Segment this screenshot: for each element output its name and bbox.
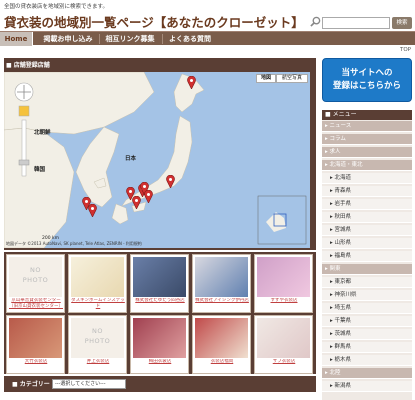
menu-item[interactable]: ▸ 岩手県 <box>322 199 412 210</box>
shop-link[interactable]: 井上衣装店 <box>70 359 126 371</box>
menu-item[interactable]: ▸ 東京都 <box>322 277 412 288</box>
menu-category[interactable]: ▸ ニュース <box>322 121 412 132</box>
register-line2: 登録はこちらから <box>332 81 401 91</box>
shop-photo <box>71 257 124 297</box>
category-bar: ■ カテゴリー ---選択してください--- <box>4 376 316 392</box>
nav-faq[interactable]: よくある質問 <box>164 32 216 46</box>
shop-photo <box>195 318 248 358</box>
shop-link[interactable]: 梅田衣裳店 <box>132 359 188 371</box>
menu-category[interactable]: ▸ 北陸 <box>322 368 412 379</box>
map-marker-icon[interactable] <box>166 175 175 188</box>
menu-title: ■ メニュー <box>322 110 412 120</box>
shop-photo <box>133 318 186 358</box>
shop-thumbnail[interactable]: ダスキンホームインステッド <box>68 254 127 313</box>
shop-link[interactable]: 株式会社アイシンク伊丹店 <box>194 298 250 310</box>
shop-thumbnail[interactable]: NO PHOTO 京山華音貸衣装センター（旧京山貸衣装センター） <box>6 254 65 313</box>
shop-thumbnail[interactable]: 株式会社アイシンク伊丹店 <box>192 254 251 313</box>
map-marker-icon[interactable] <box>187 76 196 89</box>
shop-thumbnail[interactable]: 株式会社たゆたう四谷店 <box>130 254 189 313</box>
top-link[interactable]: TOP <box>400 47 411 53</box>
menu-item[interactable]: ▸ 千葉県 <box>322 316 412 327</box>
menu-item[interactable]: ▸ 北海道 <box>322 173 412 184</box>
map-type-map-button[interactable]: 地図 <box>256 74 276 83</box>
nav-divider <box>162 34 163 44</box>
register-button[interactable]: 当サイトへの 登録はこちらから <box>322 58 412 102</box>
shop-link[interactable]: 京山華音貸衣装センター（旧京山貸衣装センター） <box>8 298 64 310</box>
shop-link[interactable]: 衣装店福岡 <box>194 359 250 371</box>
search-icon <box>310 16 321 27</box>
shop-photo <box>9 318 62 358</box>
shop-thumbnails: NO PHOTO 京山華音貸衣装センター（旧京山貸衣装センター） ダスキンホームインス… <box>4 252 316 374</box>
navbar: Home 掲載お申し込み 相互リンク募集 よくある質問 <box>0 31 415 46</box>
menu-category[interactable]: ▸ 関東 <box>322 264 412 275</box>
menu-item[interactable]: ▸ 栃木県 <box>322 355 412 366</box>
shop-link[interactable]: 株式会社たゆたう四谷店 <box>132 298 188 310</box>
no-photo-placeholder: NO PHOTO <box>71 318 124 358</box>
map-marker-icon[interactable] <box>144 190 153 203</box>
no-photo-placeholder: NO PHOTO <box>9 257 62 297</box>
menu-title-text: メニュー <box>332 111 357 118</box>
menu-item[interactable]: ▸ 群馬県 <box>322 342 412 353</box>
menu-item[interactable]: ▸ 山形県 <box>322 238 412 249</box>
map-footer: 地図データ ©2013 AutoNavi, SK planet, Tele At… <box>6 241 142 246</box>
shop-photo <box>257 318 310 358</box>
menu-item[interactable]: ▸ 埼玉県 <box>322 303 412 314</box>
shop-link[interactable]: サブ衣装店 <box>256 359 312 371</box>
menu-item[interactable]: ▸ 茨城県 <box>322 329 412 340</box>
shop-photo <box>133 257 186 297</box>
search-input[interactable] <box>322 17 390 29</box>
site-title[interactable]: 貸衣装の地域別一覧ページ【あなたのクローゼット】 <box>4 12 304 31</box>
shop-thumbnail[interactable]: 衣装店福岡 <box>192 315 251 374</box>
map-canvas <box>4 72 307 248</box>
map-marker-icon[interactable] <box>132 196 141 209</box>
menu-category[interactable]: ▸ 北海道・東北 <box>322 160 412 171</box>
shop-link[interactable]: ダスキンホームインステッド <box>70 298 126 310</box>
map-type-satellite-button[interactable]: 航空写真 <box>276 74 308 83</box>
menu-item[interactable]: ▸ 新潟県 <box>322 381 412 392</box>
shop-thumbnail[interactable]: 大竹衣装店 <box>6 315 65 374</box>
menu-category[interactable]: ▸ コラム <box>322 134 412 145</box>
nav-home[interactable]: Home <box>0 32 33 46</box>
search-button[interactable]: 検索 <box>392 17 412 29</box>
menu-category[interactable]: ▸ 求人 <box>322 147 412 158</box>
shop-photo <box>257 257 310 297</box>
shop-thumbnail[interactable]: NO PHOTO 井上衣装店 <box>68 315 127 374</box>
register-line1: 当サイトへの <box>341 68 393 78</box>
map-label-north-korea: 北朝鮮 <box>34 130 51 136</box>
menu-item[interactable]: ▸ 秋田県 <box>322 212 412 223</box>
menu-item[interactable]: ▸ 宮城県 <box>322 225 412 236</box>
shop-thumbnail[interactable]: すずや衣装店 <box>254 254 313 313</box>
menu-item[interactable]: ▸ 神奈川県 <box>322 290 412 301</box>
category-select[interactable]: ---選択してください--- <box>52 379 126 389</box>
category-label-text: カテゴリー <box>19 381 50 388</box>
menu-item[interactable]: ▸ 福島県 <box>322 251 412 262</box>
shop-link[interactable]: 大竹衣装店 <box>8 359 64 371</box>
nav-links[interactable]: 相互リンク募集 <box>100 32 160 46</box>
map[interactable]: 地図 航空写真 北朝鮮 韓国 日本 200 km 地図データ ©2013 Aut… <box>4 72 310 248</box>
sidebar-menu: ■ メニュー ▸ ニュース ▸ コラム ▸ 求人 ▸ 北海道・東北 ▸ 北海道 ▸ 青森県… <box>322 110 412 400</box>
menu-item[interactable]: ▸ 青森県 <box>322 186 412 197</box>
shop-thumbnail[interactable]: 梅田衣裳店 <box>130 315 189 374</box>
nav-apply[interactable]: 掲載お申し込み <box>38 32 98 46</box>
map-label-korea: 韓国 <box>34 167 46 173</box>
map-label-japan: 日本 <box>125 156 137 162</box>
shop-thumbnail[interactable]: サブ衣装店 <box>254 315 313 374</box>
shop-link[interactable]: すずや衣装店 <box>256 298 312 310</box>
tagline: 全国の貸衣装店を地域別に検索できます。 <box>4 4 108 10</box>
shop-photo <box>195 257 248 297</box>
map-panel-title-text: 店舗登録店舗 <box>13 62 50 69</box>
map-panel-title: ■ 店舗登録店舗 <box>6 62 50 69</box>
category-label: ■ カテゴリー <box>12 381 50 388</box>
map-marker-icon[interactable] <box>88 204 97 217</box>
